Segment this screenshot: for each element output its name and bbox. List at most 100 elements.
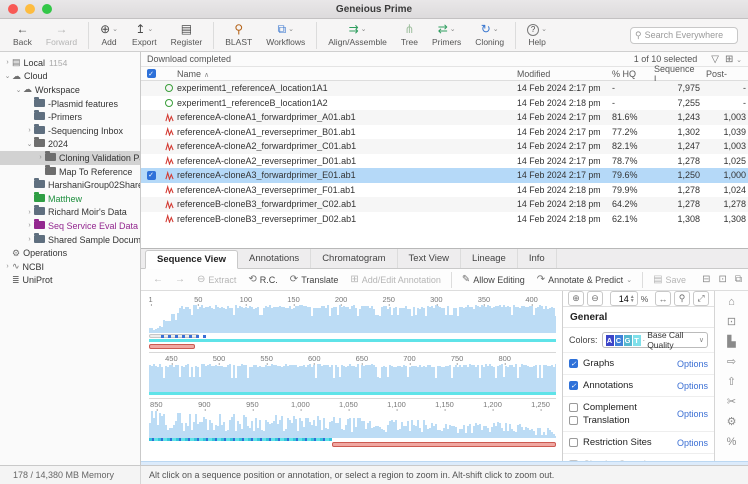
sidebar-item[interactable]: ⌄ 2024 (0, 138, 140, 152)
sidebar-item[interactable]: › Richard Moir's Data (0, 206, 140, 220)
toolbar-button[interactable]: ⇄ ⌄ Primers (425, 22, 468, 48)
viewer-toolbar-button[interactable]: → (169, 271, 191, 288)
options-link[interactable]: Options (677, 409, 708, 419)
sidebar-item[interactable]: Map To Reference (0, 165, 140, 179)
sequence-line[interactable] (149, 339, 556, 342)
viewer-tab[interactable]: Chromatogram (311, 249, 397, 268)
advanced-gear-icon[interactable]: ⚙ (727, 417, 737, 428)
display-monitor-icon[interactable]: ⊡ (727, 317, 736, 328)
column-header-name[interactable]: Name∧ (177, 69, 517, 79)
sidebar-item[interactable]: › Seq Service Eval Data (0, 219, 140, 233)
minimize-window-icon[interactable] (25, 4, 35, 14)
sidebar-item[interactable]: ≣ UniProt (0, 274, 140, 288)
table-row[interactable]: experiment1_referenceB_location1A2 14 Fe… (141, 96, 748, 111)
zoom-window-icon[interactable] (42, 4, 52, 14)
panel-layout-icon[interactable]: ⊡ (718, 274, 726, 285)
graphs-chart-icon[interactable]: ▙ (727, 337, 735, 348)
table-row[interactable]: referenceA-cloneA3_reverseprimer_F01.ab1… (141, 183, 748, 198)
viewer-tab[interactable]: Text View (398, 249, 461, 268)
horizontal-scroll-strip[interactable] (141, 461, 748, 465)
sidebar-item[interactable]: › ▤ Local 1154 (0, 56, 140, 70)
chevron-right-icon[interactable]: › (25, 236, 34, 243)
toolbar-button[interactable]: ⊕ ⌄ Add (93, 22, 125, 48)
sidebar-item[interactable]: › Shared Sample Documents (0, 233, 140, 247)
sequence-view[interactable]: 150100150200250300350400 450500550600650… (141, 291, 562, 461)
viewer-tab[interactable]: Info (518, 249, 557, 268)
zoom-fit-icon[interactable]: ↔ (655, 291, 671, 306)
trim-annotation[interactable] (332, 442, 556, 447)
viewer-toolbar-button[interactable]: ↷ Annotate & Predict ⌄ (531, 271, 638, 288)
zoom-in-icon[interactable]: ⊕ (568, 291, 584, 306)
select-all-checkbox[interactable]: ✓ (147, 69, 156, 78)
toolbar-button[interactable]: ⚲ BLAST (218, 22, 259, 48)
table-row[interactable]: referenceB-cloneB3_reverseprimer_D02.ab1… (141, 212, 748, 227)
toolbar-button[interactable]: ? ⌄ Help (520, 22, 554, 48)
table-row[interactable]: referenceA-cloneA2_forwardprimer_C01.ab1… (141, 139, 748, 154)
toolbar-button[interactable]: ⋔ Tree (394, 22, 425, 48)
toolbar-button[interactable]: ↥ ⌄ Export (125, 22, 164, 48)
viewer-toolbar-button[interactable]: ⟳ Translate (284, 271, 345, 288)
sidebar-item[interactable]: HarshaniGroup02Shared (0, 178, 140, 192)
viewer-toolbar-button[interactable]: ⟲ R.C. (242, 271, 283, 288)
table-row[interactable]: referenceA-cloneA1_reverseprimer_B01.ab1… (141, 125, 748, 140)
option-checkbox[interactable] (569, 403, 578, 412)
chevron-right-icon[interactable]: › (3, 59, 12, 66)
chevron-right-icon[interactable]: › (25, 209, 34, 216)
toolbar-button[interactable]: ← Back (6, 22, 39, 48)
zoom-level-field[interactable]: ▲▼ (610, 291, 638, 306)
table-row[interactable]: ✓ referenceA-cloneA3_forwardprimer_E01.a… (141, 168, 748, 183)
toolbar-button[interactable]: ⇉ ⌄ Align/Assemble (321, 22, 394, 48)
option-checkbox[interactable]: ✓ (569, 359, 578, 368)
option-checkbox[interactable] (569, 416, 578, 425)
viewer-toolbar-button[interactable]: ⊞ Add/Edit Annotation (344, 271, 446, 288)
options-link[interactable]: Options (677, 438, 708, 448)
filter-icon[interactable]: ▽ (711, 54, 719, 65)
restriction-scissors-icon[interactable]: ✂ (727, 397, 736, 408)
chevron-right-icon[interactable]: › (25, 222, 34, 229)
columns-icon[interactable]: ⊞ ⌄ (725, 54, 742, 65)
sidebar-item[interactable]: › Cloning Validation Part II (0, 151, 140, 165)
table-row[interactable]: referenceA-cloneA2_reverseprimer_D01.ab1… (141, 154, 748, 169)
table-row[interactable]: referenceB-cloneB3_forwardprimer_C02.ab1… (141, 197, 748, 212)
toolbar-button[interactable]: → Forward (39, 22, 84, 48)
chevron-down-icon[interactable]: ⌄ (3, 72, 12, 80)
panel-layout-icon[interactable]: ⧉ (735, 274, 742, 285)
colors-dropdown[interactable]: A C G T · Base Call Quality ∨ (602, 332, 708, 348)
zoom-out-icon[interactable]: ⊖ (587, 291, 603, 306)
sidebar-item[interactable]: Matthew (0, 192, 140, 206)
column-header-modified[interactable]: Modified (517, 69, 612, 79)
options-link[interactable]: Options (677, 359, 708, 369)
close-window-icon[interactable] (8, 4, 18, 14)
column-header-hq[interactable]: % HQ (612, 69, 654, 79)
zoom-level-input[interactable] (611, 294, 629, 304)
chevron-right-icon[interactable]: › (25, 127, 34, 134)
identity-percent-icon[interactable]: % (727, 437, 737, 448)
zoom-selection-icon[interactable]: ⚲ (674, 291, 690, 306)
panel-layout-icon[interactable]: ⊟ (702, 274, 710, 285)
toolbar-button[interactable]: ⧉ ⌄ Workflows (259, 22, 312, 48)
toolbar-button[interactable]: ▤ Register (164, 22, 210, 48)
sequence-line[interactable] (149, 438, 332, 441)
viewer-tab[interactable]: Annotations (238, 249, 311, 268)
option-checkbox[interactable]: ✓ (569, 381, 578, 390)
sidebar-item[interactable]: ⌄ ☁ Cloud (0, 70, 140, 84)
table-row[interactable]: experiment1_referenceA_location1A1 14 Fe… (141, 81, 748, 96)
search-everywhere-box[interactable]: ⚲ (630, 27, 738, 44)
options-link[interactable]: Options (677, 381, 708, 391)
sequence-line[interactable] (149, 392, 556, 395)
viewer-toolbar-button[interactable]: ⊖ Extract (191, 271, 242, 288)
sidebar-item[interactable]: › -Sequencing Inbox (0, 124, 140, 138)
viewer-toolbar-button[interactable]: ✎ Allow Editing (456, 271, 531, 288)
viewer-toolbar-button[interactable]: ▤ Save (647, 271, 692, 288)
chevron-right-icon[interactable]: › (3, 263, 12, 270)
sidebar-item[interactable]: -Plasmid features (0, 97, 140, 111)
chevron-down-icon[interactable]: ⌄ (25, 140, 34, 148)
annotate-tag-icon[interactable]: ⇧ (727, 377, 736, 388)
trim-annotation[interactable] (149, 344, 195, 349)
search-input[interactable] (645, 30, 733, 40)
fullscreen-icon[interactable]: ⤢ (693, 291, 709, 306)
viewer-tab[interactable]: Sequence View (145, 250, 238, 269)
annotations-arrow-icon[interactable]: ⇨ (727, 357, 736, 368)
chevron-down-icon[interactable]: ⌄ (14, 86, 23, 94)
column-header-post[interactable]: Post- (706, 69, 748, 79)
